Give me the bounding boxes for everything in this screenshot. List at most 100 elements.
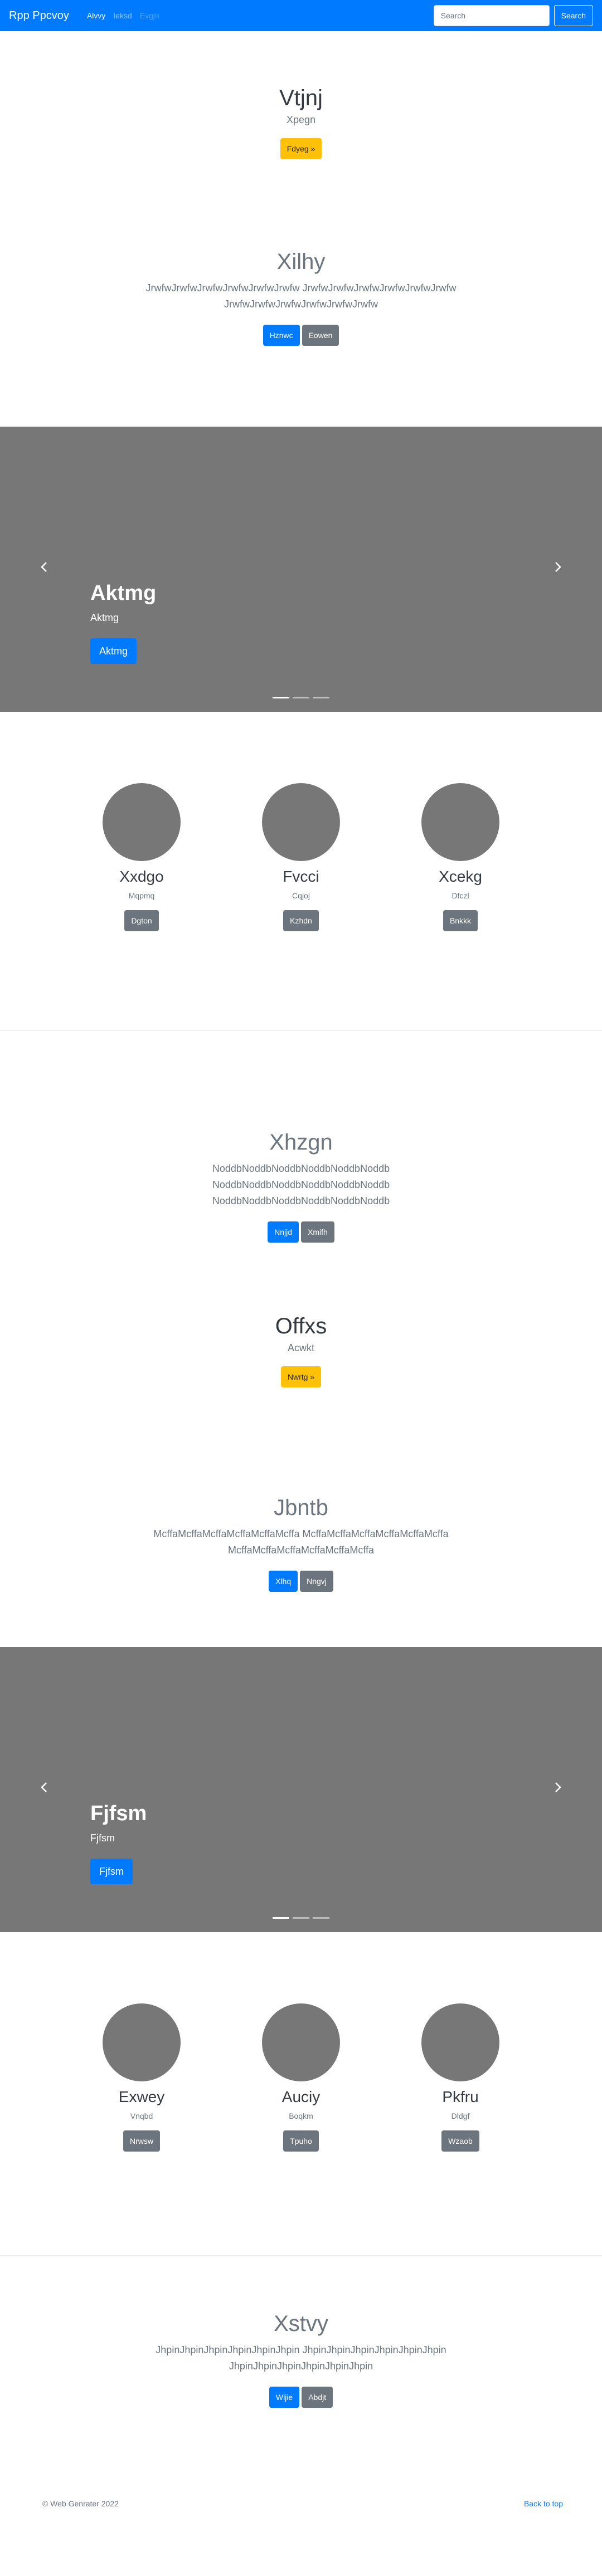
- hero-section-4: Xstvy JhpinJhpinJhpinJhpinJhpinJhpin Jhp…: [0, 2256, 602, 2491]
- search-input[interactable]: [433, 5, 550, 26]
- nav-link-3: Evgjn: [139, 11, 159, 20]
- hero-title: Xilhy: [276, 250, 326, 274]
- feature-button[interactable]: Nrwsw: [123, 2130, 160, 2152]
- hero-secondary-button[interactable]: Xmifh: [301, 1221, 334, 1243]
- navbar: Rpp Ppcvoy Alvvy Ieksd Evgjn Search: [0, 0, 602, 31]
- navbar-brand[interactable]: Rpp Ppcvoy: [9, 9, 69, 22]
- hero-primary-button[interactable]: Xlhq: [269, 1571, 298, 1592]
- jumbotron-1: Vtjnj Xpegn Fdyeg »: [0, 31, 602, 250]
- feature-title: Auciy: [281, 2088, 321, 2105]
- hero-title: Xhzgn: [269, 1130, 333, 1155]
- feature-title: Fvcci: [283, 868, 319, 885]
- jumbotron-subtitle: Xpegn: [286, 114, 316, 125]
- hero-buttons: Hznwc Eowen: [0, 325, 602, 346]
- feature-column: Exwey Vnqbd Nrwsw: [103, 2003, 181, 2152]
- hero-description: JhpinJhpinJhpinJhpinJhpinJhpin JhpinJhpi…: [0, 2342, 602, 2374]
- jumbotron-button[interactable]: Nwrtg »: [280, 1366, 322, 1387]
- nav-search-form: Search: [433, 5, 593, 26]
- hero-description-line: NoddbNoddbNoddbNoddbNoddbNoddb: [212, 1179, 390, 1190]
- search-button[interactable]: Search: [554, 5, 593, 26]
- hero-primary-button[interactable]: Wljie: [269, 2387, 300, 2408]
- feature-column: Xxdgo Mqpmq Dgton: [103, 783, 181, 931]
- chevron-left-icon[interactable]: [38, 560, 51, 574]
- carousel-1: Aktmg Aktmg Aktmg: [0, 427, 602, 712]
- carousel-subtitle: Fjfsm: [90, 1832, 115, 1844]
- jumbotron-2: Offxs Acwkt Nwrtg »: [0, 1314, 602, 1495]
- back-to-top-link[interactable]: Back to top: [524, 2499, 563, 2508]
- carousel-indicator[interactable]: [313, 1917, 329, 1919]
- feature-button[interactable]: Bnkkk: [443, 910, 478, 931]
- carousel-indicator[interactable]: [293, 1917, 309, 1919]
- feature-title: Pkfru: [442, 2088, 479, 2105]
- hero-description-line: JrwfwJrwfwJrwfwJrwfwJrwfwJrwfw: [224, 299, 378, 310]
- nav-link-1[interactable]: Alvvy: [87, 11, 105, 20]
- carousel-indicator[interactable]: [313, 697, 329, 698]
- feature-text: Boqkm: [289, 2111, 313, 2120]
- feature-column: Xcekg Dfczl Bnkkk: [421, 783, 499, 931]
- hero-description: NoddbNoddbNoddbNoddbNoddbNoddb NoddbNodd…: [0, 1161, 602, 1209]
- footer-copyright: © Web Genrater 2022: [42, 2499, 119, 2508]
- carousel-caption: Fjfsm Fjfsm Fjfsm: [90, 1802, 147, 1884]
- hero-title: Jbntb: [274, 1495, 328, 1520]
- jumbotron-title: Vtjnj: [279, 86, 323, 110]
- carousel-indicator[interactable]: [293, 697, 309, 698]
- hero-description-line: NoddbNoddbNoddbNoddbNoddbNoddb: [212, 1195, 390, 1206]
- feature-placeholder-image: [262, 2003, 340, 2081]
- carousel-button[interactable]: Fjfsm: [90, 1859, 133, 1884]
- carousel-subtitle: Aktmg: [90, 612, 119, 623]
- feature-text: Dldgf: [451, 2111, 470, 2120]
- nav-links: Alvvy Ieksd Evgjn: [87, 11, 434, 20]
- carousel-indicator[interactable]: [273, 697, 289, 698]
- hero-title: Xstvy: [274, 2311, 328, 2336]
- features-section-1: Xxdgo Mqpmq Dgton Fvcci Cqjoj Kzhdn Xcek…: [0, 712, 602, 1030]
- carousel-title: Fjfsm: [90, 1802, 147, 1825]
- carousel-indicator[interactable]: [273, 1917, 289, 1919]
- jumbotron-subtitle: Acwkt: [287, 1342, 314, 1353]
- feature-placeholder-image: [103, 2003, 181, 2081]
- feature-button[interactable]: Kzhdn: [283, 910, 319, 931]
- hero-buttons: Nnjjd Xmifh: [0, 1221, 602, 1243]
- nav-link-2[interactable]: Ieksd: [113, 11, 132, 20]
- jumbotron-button[interactable]: Fdyeg »: [280, 138, 322, 159]
- feature-column: Pkfru Dldgf Wzaob: [421, 2003, 499, 2152]
- hero-secondary-button[interactable]: Nngvj: [300, 1571, 333, 1592]
- feature-text: Vnqbd: [130, 2111, 153, 2120]
- chevron-right-icon[interactable]: [551, 1781, 564, 1794]
- carousel-button[interactable]: Aktmg: [90, 638, 137, 664]
- feature-title: Xcekg: [439, 868, 482, 885]
- chevron-left-icon[interactable]: [38, 1781, 51, 1794]
- carousel-2: Fjfsm Fjfsm Fjfsm: [0, 1647, 602, 1932]
- hero-buttons: Xlhq Nngvj: [0, 1571, 602, 1592]
- feature-button[interactable]: Dgton: [124, 910, 159, 931]
- hero-description-line: McffaMcffaMcffaMcffaMcffaMcffa McffaMcff…: [153, 1528, 449, 1539]
- hero-description-line: JhpinJhpinJhpinJhpinJhpinJhpin JhpinJhpi…: [156, 2344, 446, 2355]
- footer: © Web Genrater 2022 Back to top: [0, 2491, 602, 2516]
- hero-description-line: McffaMcffaMcffaMcffaMcffaMcffa: [227, 1544, 375, 1556]
- hero-secondary-button[interactable]: Eowen: [302, 325, 339, 346]
- feature-title: Xxdgo: [119, 868, 164, 885]
- hero-section-2: Xhzgn NoddbNoddbNoddbNoddbNoddbNoddb Nod…: [0, 1031, 602, 1314]
- feature-column: Auciy Boqkm Tpuho: [262, 2003, 340, 2152]
- features-row: Xxdgo Mqpmq Dgton Fvcci Cqjoj Kzhdn Xcek…: [0, 712, 602, 931]
- hero-section-3: Jbntb McffaMcffaMcffaMcffaMcffaMcffa Mcf…: [0, 1495, 602, 1647]
- features-section-2: Exwey Vnqbd Nrwsw Auciy Boqkm Tpuho Pkfr…: [0, 1932, 602, 2255]
- hero-description-line: JrwfwJrwfwJrwfwJrwfwJrwfwJrwfw JrwfwJrwf…: [145, 282, 457, 294]
- hero-buttons: Wljie Abdjt: [0, 2387, 602, 2408]
- hero-secondary-button[interactable]: Abdjt: [302, 2387, 333, 2408]
- feature-placeholder-image: [262, 783, 340, 861]
- feature-placeholder-image: [421, 2003, 499, 2081]
- hero-section-1: Xilhy JrwfwJrwfwJrwfwJrwfwJrwfwJrwfw Jrw…: [0, 250, 602, 427]
- hero-primary-button[interactable]: Hznwc: [263, 325, 300, 346]
- feature-button[interactable]: Tpuho: [283, 2130, 319, 2152]
- features-row: Exwey Vnqbd Nrwsw Auciy Boqkm Tpuho Pkfr…: [0, 1932, 602, 2152]
- feature-button[interactable]: Wzaob: [441, 2130, 479, 2152]
- feature-placeholder-image: [421, 783, 499, 861]
- feature-text: Mqpmq: [128, 891, 155, 900]
- hero-primary-button[interactable]: Nnjjd: [268, 1221, 299, 1243]
- hero-description: JrwfwJrwfwJrwfwJrwfwJrwfwJrwfw JrwfwJrwf…: [0, 280, 602, 312]
- carousel-indicators: [0, 697, 602, 698]
- hero-description-line: JhpinJhpinJhpinJhpinJhpinJhpin: [229, 2360, 373, 2372]
- jumbotron-title: Offxs: [275, 1314, 327, 1338]
- chevron-right-icon[interactable]: [551, 560, 564, 574]
- carousel-indicators: [0, 1917, 602, 1919]
